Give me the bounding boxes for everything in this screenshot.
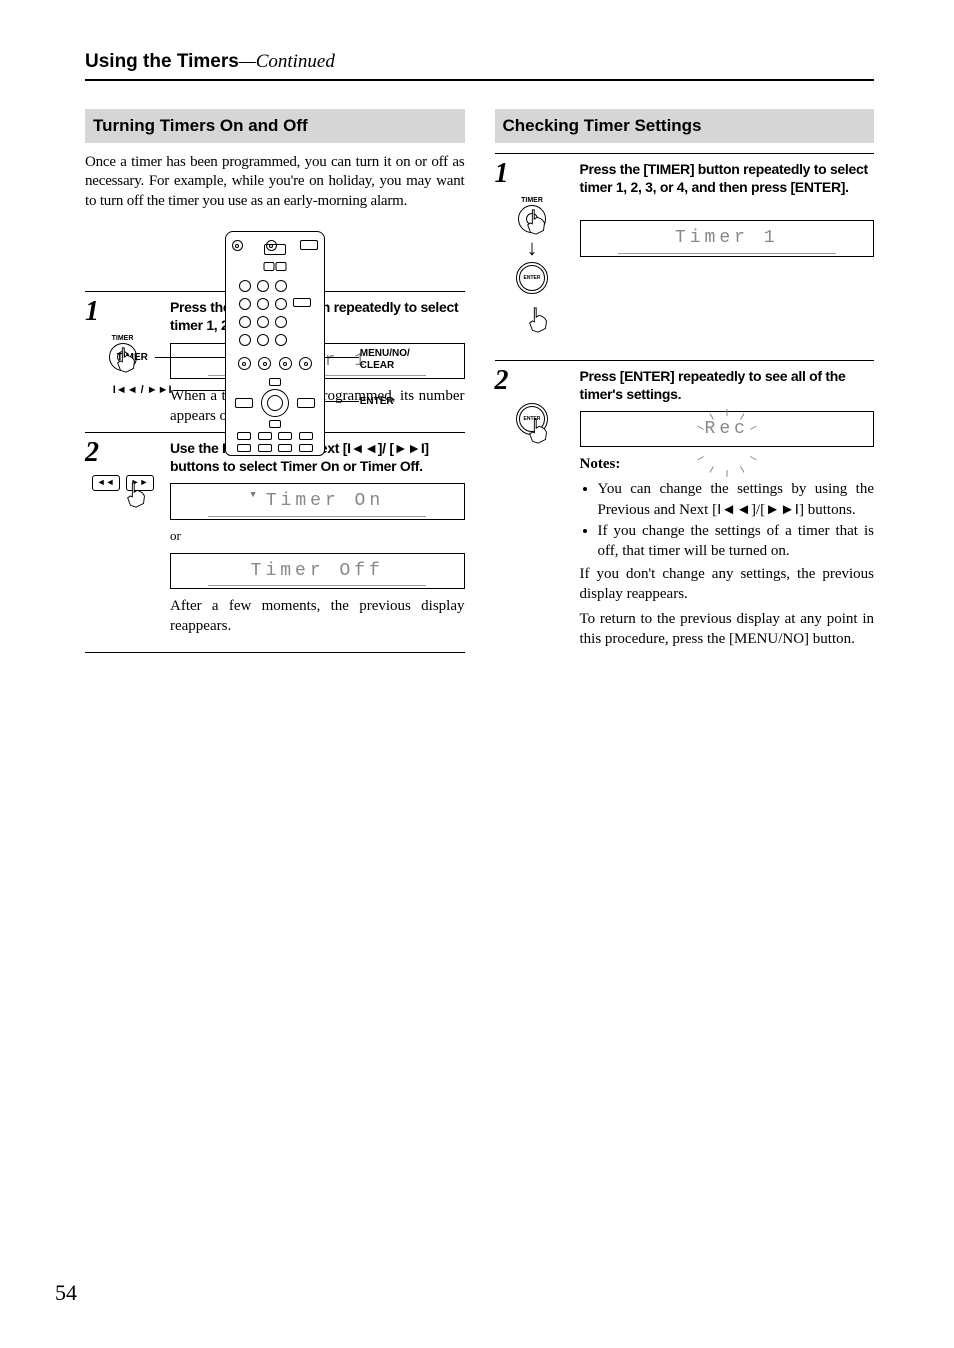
- section-heading-left: Turning Timers On and Off: [85, 109, 465, 143]
- page-title-continued: —Continued: [239, 51, 335, 72]
- timer-label: TIMER: [495, 196, 570, 205]
- flashing-rec-icon: Rec: [705, 418, 749, 441]
- section-heading-right: Checking Timer Settings: [495, 109, 875, 143]
- lcd-text: Timer Off: [208, 560, 426, 586]
- hand-icon: [525, 306, 553, 334]
- step-number: 2: [85, 439, 160, 467]
- right-column: Checking Timer Settings 1 TIMER ↓ ENTER …: [495, 109, 875, 655]
- page-title: Using the Timers: [85, 51, 239, 72]
- step-instruction: Press [ENTER] repeatedly to see all of t…: [580, 367, 875, 403]
- list-item: You can change the settings by using the…: [598, 480, 875, 520]
- lcd-display: Rec: [580, 411, 875, 446]
- lcd-text: Timer On: [266, 491, 384, 511]
- lcd-text: Timer 1: [618, 227, 836, 253]
- step-description: After a few moments, the previous displa…: [170, 597, 465, 636]
- left-step-2: 2 ◄◄►► Use the Previous and Next [I◄◄]/ …: [85, 432, 465, 653]
- callout-clear: CLEAR: [360, 359, 394, 372]
- note-paragraph: To return to the previous display at any…: [580, 610, 875, 649]
- list-item: If you change the settings of a timer th…: [598, 522, 875, 561]
- lcd-display-off: Timer Off: [170, 553, 465, 589]
- left-column: Turning Timers On and Off Once a timer h…: [85, 109, 465, 655]
- arrow-down-icon: ↓: [495, 241, 570, 254]
- step-instruction: Press the [TIMER] button repeatedly to s…: [580, 160, 875, 196]
- step-number: 2: [495, 367, 570, 395]
- lcd-display: Timer 1: [580, 220, 875, 256]
- content-columns: Turning Timers On and Off Once a timer h…: [85, 109, 874, 655]
- hand-icon: [123, 481, 151, 509]
- page-header: Using the Timers—Continued: [85, 50, 874, 81]
- right-step-1: 1 TIMER ↓ ENTER Press the [TIMER] button…: [495, 153, 875, 360]
- step-number: 1: [495, 160, 570, 188]
- note-paragraph: If you don't change any settings, the pr…: [580, 565, 875, 604]
- callout-enter: ENTER: [360, 395, 394, 408]
- right-step-2: 2 ENTER Press [ENTER] repeatedly to see …: [495, 360, 875, 655]
- page-number: 54: [55, 1279, 77, 1308]
- notes-list: You can change the settings by using the…: [580, 480, 875, 561]
- lcd-display-on: ▼Timer On: [170, 483, 465, 519]
- timer-label: TIMER: [85, 334, 160, 343]
- intro-paragraph: Once a timer has been programmed, you ca…: [85, 153, 465, 212]
- enter-button-icon: ENTER: [516, 262, 548, 294]
- or-text: or: [170, 528, 465, 545]
- step-number: 1: [85, 298, 160, 326]
- hand-icon: [113, 346, 141, 374]
- remote-body: [225, 231, 325, 456]
- hand-icon: [523, 208, 551, 236]
